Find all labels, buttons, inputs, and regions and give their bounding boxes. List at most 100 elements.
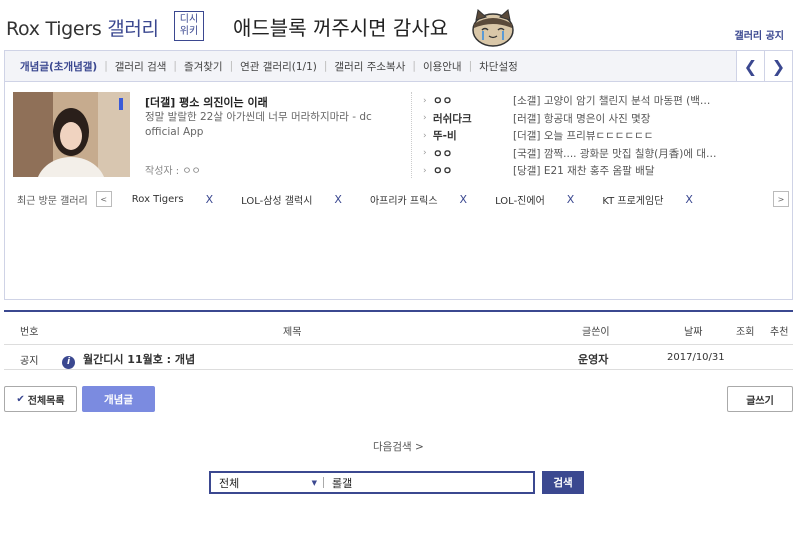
recent-galleries: 최근 방문 갤러리 < Rox Tigers X LOL-삼성 갤럭시 X 아프… (17, 190, 789, 208)
list-item[interactable]: › 뚜-비 [더갤] 오늘 프리뷰ㄷㄷㄷㄷㄷㄷ (423, 127, 783, 145)
tab-related-gallery[interactable]: 연관 갤러리(1/1) (235, 59, 322, 74)
close-icon[interactable]: X (206, 193, 214, 206)
recent-gallery-list: Rox Tigers X LOL-삼성 갤럭시 X 아프리카 프릭스 X LOL… (132, 192, 752, 207)
featured-title[interactable]: [더갤] 평소 의진이는 이래 (145, 94, 268, 110)
featured-description[interactable]: 정말 발랄한 22살 아가씬데 너무 머라하지마라 - dc official … (145, 110, 395, 140)
recent-gallery-name[interactable]: 아프리카 프릭스 (370, 192, 438, 207)
tab-list: 개념글(초개념갤) | 갤러리 검색 | 즐겨찾기 | 연관 갤러리(1/1) … (15, 51, 523, 81)
chevron-left-icon[interactable]: ❮ (736, 51, 764, 81)
recent-gallery-item[interactable]: LOL-진에어 X (495, 192, 580, 207)
search-button[interactable]: 검색 (542, 471, 584, 494)
row-title[interactable]: 월간디시 11월호 : 개념 (83, 353, 195, 366)
tab-block-settings[interactable]: 차단설정 (474, 59, 523, 74)
wiki-line2: 위키 (179, 26, 199, 37)
dc-wiki-button[interactable]: 디시 위키 (174, 11, 204, 41)
post-author: ㅇㅇ (433, 165, 453, 178)
chevron-right-icon[interactable]: ❯ (764, 51, 792, 81)
recent-next-button[interactable]: > (773, 191, 789, 207)
search-scope-value: 전체 (219, 476, 240, 490)
recent-gallery-item[interactable]: KT 프로게임단 X (602, 192, 699, 207)
thumbnail-image-icon (13, 92, 130, 177)
info-icon: i (62, 356, 75, 369)
bullet-icon: › (423, 95, 427, 106)
header-writer: 글쓴이 (582, 327, 610, 338)
concept-posts-button[interactable]: 개념글 (82, 386, 155, 412)
gallery-name: Rox Tigers (6, 18, 102, 40)
post-title[interactable]: [국갤] 깜짝.... 광화문 맛집 칠향(月香)에 대… (513, 146, 773, 161)
list-item[interactable]: › ㅇㅇ [국갤] 깜짝.... 광화문 맛집 칠향(月香)에 대… (423, 145, 783, 163)
close-icon[interactable]: X (567, 193, 575, 206)
list-item[interactable]: › 러쉬다크 [러갤] 항공대 명은이 사진 몇장 (423, 110, 783, 128)
popular-post-list: › ㅇㅇ [소갤] 고양이 암기 챌린지 분석 마동편 (백… › 러쉬다크 [… (423, 92, 783, 180)
recent-label: 최근 방문 갤러리 (17, 195, 88, 207)
search-input[interactable] (324, 473, 533, 492)
header-views: 조회 (736, 327, 755, 338)
list-item[interactable]: › ㅇㅇ [소갤] 고양이 암기 챌린지 분석 마동편 (백… (423, 92, 783, 110)
wiki-line1: 디시 (179, 14, 199, 25)
bullet-icon: › (423, 130, 427, 141)
featured-author: 작성자 : ㅇㅇ (145, 166, 201, 177)
tab-copy-address[interactable]: 갤러리 주소복사 (329, 59, 410, 74)
featured-panel: [더갤] 평소 의진이는 이래 정말 발랄한 22살 아가씬데 너무 머라하지마… (4, 82, 793, 300)
bullet-icon: › (423, 113, 427, 124)
table-row[interactable]: 공지 i 월간디시 11월호 : 개념 운영자 2017/10/31 (4, 345, 793, 370)
row-date: 2017/10/31 (667, 352, 725, 363)
close-icon[interactable]: X (685, 193, 693, 206)
daum-search-link[interactable]: 다음검색 > (373, 439, 424, 454)
header-recommend: 추천 (770, 327, 789, 338)
tab-usage-guide[interactable]: 이용안내 (418, 59, 467, 74)
post-title[interactable]: [당갤] E21 재찬 홍주 옴팔 배달 (513, 163, 773, 178)
gallery-suffix: 갤러리 (107, 18, 159, 40)
tab-favorites[interactable]: 즐겨찾기 (179, 59, 228, 74)
tab-separator: | (173, 60, 177, 72)
gallery-notice-link[interactable]: 갤러리 공지 (735, 27, 784, 42)
gallery-title[interactable]: Rox Tigers 갤러리 (6, 14, 159, 41)
gallery-tabbar: 개념글(초개념갤) | 갤러리 검색 | 즐겨찾기 | 연관 갤러리(1/1) … (4, 50, 793, 82)
tab-separator: | (323, 60, 328, 72)
recent-gallery-item[interactable]: LOL-삼성 갤럭시 X (241, 192, 348, 207)
recent-gallery-name[interactable]: LOL-삼성 갤럭시 (241, 192, 312, 207)
header-num: 번호 (20, 327, 39, 338)
row-num: 공지 (20, 356, 39, 367)
check-icon: ✔ (16, 393, 25, 405)
header-date: 날짜 (684, 327, 703, 338)
tab-separator: | (104, 60, 108, 72)
tab-arrows: ❮ ❯ (736, 51, 792, 81)
list-header: 번호 제목 글쓴이 날짜 조회 추천 (4, 312, 793, 345)
recent-gallery-name[interactable]: LOL-진에어 (495, 192, 545, 207)
row-writer[interactable]: 운영자 (578, 351, 608, 367)
post-title[interactable]: [더갤] 오늘 프리뷰ㄷㄷㄷㄷㄷㄷ (513, 128, 773, 143)
tab-separator: | (229, 60, 234, 72)
recent-gallery-item[interactable]: Rox Tigers X (132, 192, 219, 207)
write-button[interactable]: 글쓰기 (727, 386, 793, 412)
all-list-label: 전체목록 (27, 395, 65, 407)
post-author: 러쉬다크 (433, 112, 472, 125)
adblock-message: 애드블록 꺼주시면 감사요 (233, 16, 449, 40)
list-item[interactable]: › ㅇㅇ [당갤] E21 재찬 홍주 옴팔 배달 (423, 162, 783, 180)
tab-concept-posts[interactable]: 개념글(초개념갤) (15, 59, 102, 74)
recent-gallery-item[interactable]: 아프리카 프릭스 X (370, 192, 473, 207)
post-author: ㅇㅇ (433, 147, 453, 160)
divider (411, 92, 412, 178)
search-box: 전체 ▼ (209, 471, 535, 494)
close-icon[interactable]: X (334, 193, 342, 206)
row-title-wrap[interactable]: i 월간디시 11월호 : 개념 (62, 351, 195, 369)
post-author: ㅇㅇ (433, 95, 453, 108)
recent-gallery-name[interactable]: KT 프로게임단 (602, 192, 663, 207)
recent-gallery-name[interactable]: Rox Tigers (132, 194, 184, 205)
close-icon[interactable]: X (460, 193, 468, 206)
tab-gallery-search[interactable]: 갤러리 검색 (110, 59, 172, 74)
post-author: 뚜-비 (433, 130, 457, 143)
bullet-icon: › (423, 165, 427, 176)
post-title[interactable]: [러갤] 항공대 명은이 사진 몇장 (513, 111, 773, 126)
post-title[interactable]: [소갤] 고양이 암기 챌린지 분석 마동편 (백… (513, 93, 773, 108)
bullet-icon: › (423, 148, 427, 159)
caret-down-icon: ▼ (311, 478, 317, 487)
recent-prev-button[interactable]: < (95, 191, 112, 207)
gallery-header: Rox Tigers 갤러리 디시 위키 애드블록 꺼주시면 감사요 갤러리 공… (0, 0, 800, 50)
all-list-button[interactable]: ✔ 전체목록 (4, 386, 77, 412)
tab-separator: | (412, 60, 416, 72)
featured-thumbnail[interactable] (13, 92, 130, 177)
search-scope-select[interactable]: 전체 ▼ (211, 475, 323, 491)
header-title: 제목 (283, 327, 302, 338)
